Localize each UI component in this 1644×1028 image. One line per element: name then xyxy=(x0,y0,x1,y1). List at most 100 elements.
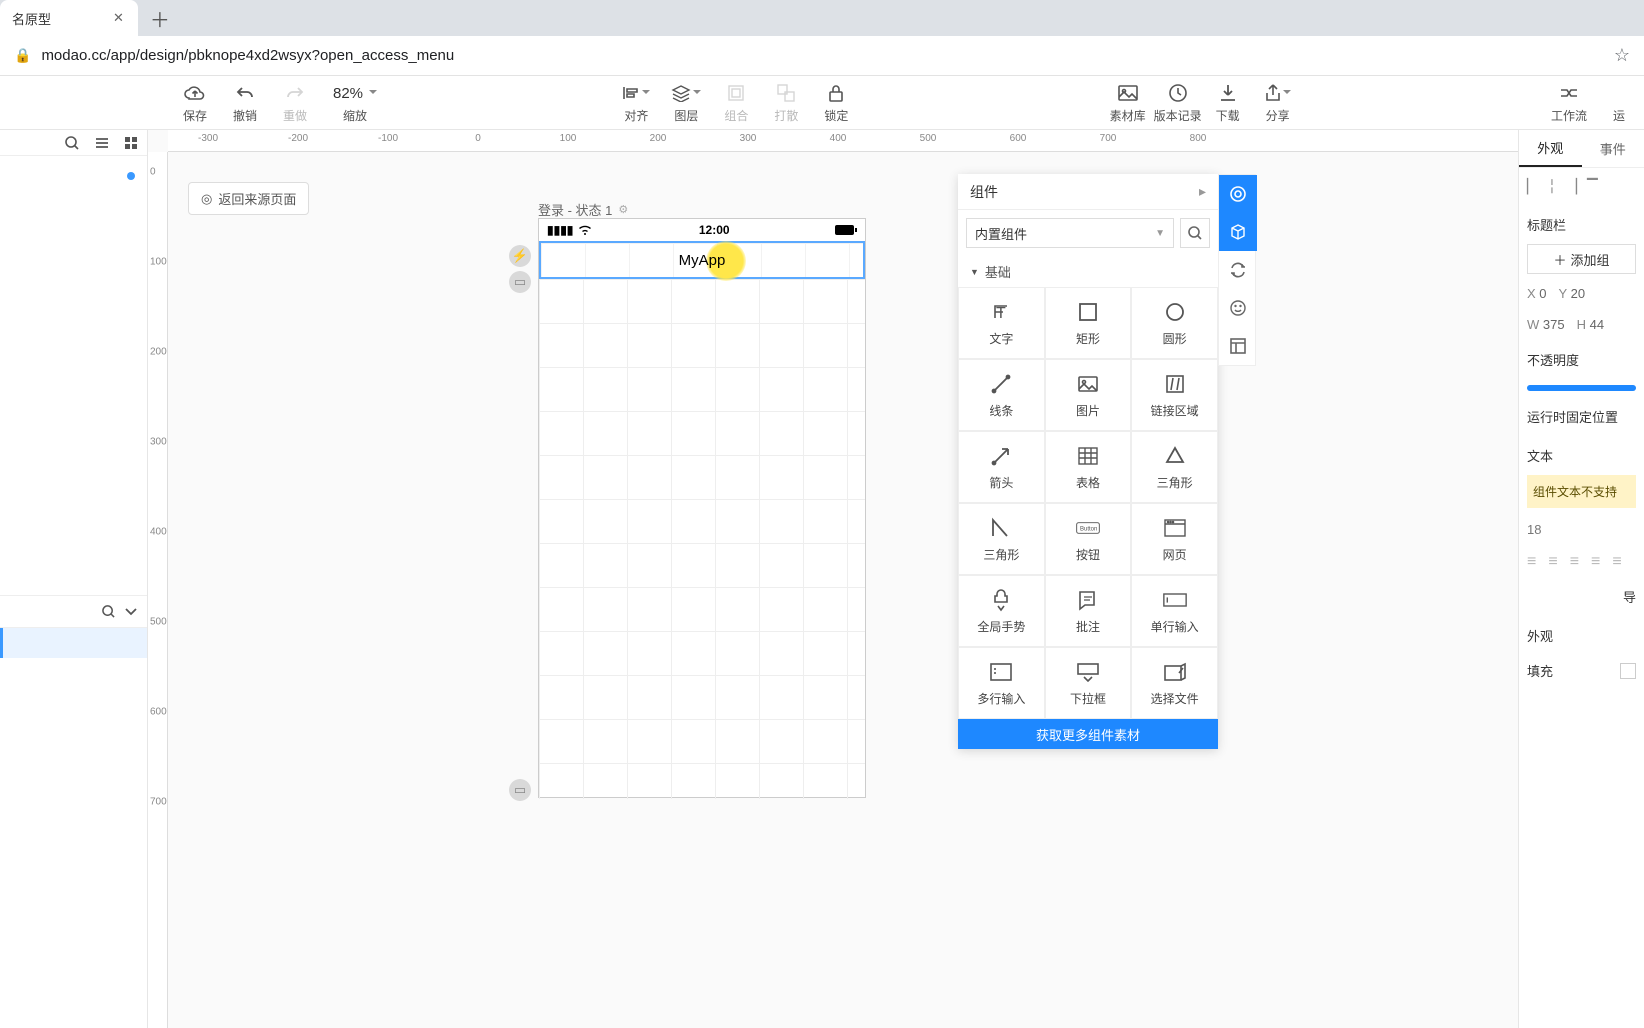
chevron-down-icon[interactable] xyxy=(125,608,137,616)
y-value[interactable]: 20 xyxy=(1571,286,1585,301)
back-to-source-button[interactable]: ◎ 返回来源页面 xyxy=(188,182,309,215)
zoom-control[interactable]: 82% 缩放 xyxy=(320,76,390,130)
x-value[interactable]: 0 xyxy=(1539,286,1546,301)
workflow-button[interactable]: 工作流 xyxy=(1544,76,1594,130)
redo-icon xyxy=(285,81,305,105)
note-badge-icon[interactable]: ▭ xyxy=(509,271,531,293)
lightning-badge-icon[interactable]: ⚡ xyxy=(509,245,531,267)
component-item[interactable]: 链接区域 xyxy=(1131,359,1218,431)
gear-icon[interactable]: ⚙ xyxy=(618,203,628,216)
text-align-vert-icon[interactable]: ≡ xyxy=(1612,553,1621,571)
share-button[interactable]: 分享 xyxy=(1253,76,1303,130)
tab-appearance[interactable]: 外观 xyxy=(1519,130,1582,167)
component-item[interactable]: 下拉框 xyxy=(1045,647,1132,719)
opacity-slider[interactable] xyxy=(1527,385,1636,391)
add-component-button[interactable]: ＋ 添加组 xyxy=(1527,244,1636,274)
fill-toggle[interactable] xyxy=(1620,663,1636,679)
text-align-justify-icon[interactable]: ≡ xyxy=(1591,553,1600,571)
components-panel-sidebar xyxy=(1218,174,1256,366)
chevron-down-icon xyxy=(367,85,377,102)
align-top-icon[interactable]: ▔ xyxy=(1587,178,1598,195)
component-label: 全局手势 xyxy=(977,618,1025,635)
download-button[interactable]: 下载 xyxy=(1203,76,1253,130)
search-icon[interactable] xyxy=(65,136,79,150)
title-bar-component[interactable]: MyApp xyxy=(539,241,865,279)
artboard-title[interactable]: 登录 - 状态 1 ⚙ xyxy=(538,200,628,219)
component-item[interactable]: T文字 xyxy=(958,287,1045,359)
component-search-button[interactable] xyxy=(1180,218,1210,248)
bookmark-star-icon[interactable]: ☆ xyxy=(1614,45,1630,66)
component-item[interactable]: 线条 xyxy=(958,359,1045,431)
panel-tab-template-icon[interactable] xyxy=(1219,327,1257,365)
list-icon[interactable] xyxy=(95,137,109,149)
assets-button[interactable]: 素材库 xyxy=(1103,76,1153,130)
search-icon[interactable] xyxy=(102,605,115,618)
nav-label: 导 xyxy=(1623,587,1636,606)
panel-tab-blocks-icon[interactable] xyxy=(1219,213,1257,251)
redo-button[interactable]: 重做 xyxy=(270,76,320,130)
history-button[interactable]: 版本记录 xyxy=(1153,76,1203,130)
text-align-left-icon[interactable]: ≡ xyxy=(1527,553,1536,571)
component-item[interactable]: 多行输入 xyxy=(958,647,1045,719)
browser-tab-bar: 名原型 ✕ ＋ xyxy=(0,0,1644,36)
pages-list[interactable] xyxy=(0,156,147,596)
text-align-right-icon[interactable]: ≡ xyxy=(1570,553,1579,571)
browser-tab[interactable]: 名原型 ✕ xyxy=(0,0,138,36)
undo-button[interactable]: 撤销 xyxy=(220,76,270,130)
layers-panel-head xyxy=(0,596,147,628)
align-center-h-icon[interactable]: ╎ xyxy=(1548,178,1556,195)
component-item[interactable]: 网页 xyxy=(1131,503,1218,575)
h-value[interactable]: 44 xyxy=(1590,317,1604,332)
svg-text:Button: Button xyxy=(1080,526,1097,532)
align-left-icon[interactable]: ▏ xyxy=(1527,178,1538,195)
lock-button[interactable]: 锁定 xyxy=(811,76,861,130)
chevron-right-icon[interactable]: ▸ xyxy=(1199,183,1206,200)
device-body-grid[interactable] xyxy=(539,279,865,799)
align-right-icon[interactable]: ▕ xyxy=(1566,178,1577,195)
w-value[interactable]: 375 xyxy=(1543,317,1565,332)
panel-tab-components-icon[interactable] xyxy=(1219,175,1257,213)
component-item[interactable]: Button按钮 xyxy=(1045,503,1132,575)
component-item[interactable]: 箭头 xyxy=(958,431,1045,503)
save-button[interactable]: 保存 xyxy=(170,76,220,130)
component-item[interactable]: 图片 xyxy=(1045,359,1132,431)
component-item[interactable]: 选择文件 xyxy=(1131,647,1218,719)
run-button[interactable]: 运 xyxy=(1594,76,1644,130)
font-size-value[interactable]: 18 xyxy=(1519,512,1644,547)
panel-tab-emoji-icon[interactable] xyxy=(1219,289,1257,327)
align-button[interactable]: 对齐 xyxy=(611,76,661,130)
component-item[interactable]: 全局手势 xyxy=(958,575,1045,647)
component-icon: T xyxy=(989,300,1013,324)
new-tab-button[interactable]: ＋ xyxy=(138,4,182,33)
url-text[interactable]: modao.cc/app/design/pbknope4xd2wsyx?open… xyxy=(41,47,1603,64)
text-section-label: 文本 xyxy=(1519,436,1644,471)
component-section-basic[interactable]: ▼ 基础 xyxy=(958,256,1218,287)
ruler-v-mark: 0 xyxy=(150,167,156,178)
component-category-select[interactable]: 内置组件 ▼ xyxy=(966,218,1174,248)
group-button[interactable]: 组合 xyxy=(711,76,761,130)
text-align-center-icon[interactable]: ≡ xyxy=(1548,553,1557,571)
component-item[interactable]: 批注 xyxy=(1045,575,1132,647)
ungroup-button[interactable]: 打散 xyxy=(761,76,811,130)
component-item[interactable]: 单行输入 xyxy=(1131,575,1218,647)
title-text[interactable]: MyApp xyxy=(679,252,726,269)
panel-tab-sync-icon[interactable] xyxy=(1219,251,1257,289)
component-item[interactable]: 矩形 xyxy=(1045,287,1132,359)
close-tab-icon[interactable]: ✕ xyxy=(111,8,126,28)
address-bar: 🔒 modao.cc/app/design/pbknope4xd2wsyx?op… xyxy=(0,36,1644,76)
bottom-badge-icon[interactable]: ▭ xyxy=(509,779,531,801)
component-label: 三角形 xyxy=(1157,474,1193,491)
grid-icon[interactable] xyxy=(125,137,137,149)
get-more-components-button[interactable]: 获取更多组件素材 xyxy=(958,719,1218,749)
component-item[interactable]: 表格 xyxy=(1045,431,1132,503)
layer-button[interactable]: 图层 xyxy=(661,76,711,130)
status-time: 12:00 xyxy=(699,223,730,237)
component-label: 箭头 xyxy=(989,474,1013,491)
lock-icon: 🔒 xyxy=(14,47,31,64)
selected-layer-item[interactable] xyxy=(0,628,147,658)
canvas[interactable]: ◎ 返回来源页面 登录 - 状态 1 ⚙ ▮▮▮▮ 12:00 MyApp xyxy=(168,152,1518,1028)
component-item[interactable]: 三角形 xyxy=(958,503,1045,575)
tab-events[interactable]: 事件 xyxy=(1582,130,1644,167)
component-item[interactable]: 三角形 xyxy=(1131,431,1218,503)
component-item[interactable]: 圆形 xyxy=(1131,287,1218,359)
